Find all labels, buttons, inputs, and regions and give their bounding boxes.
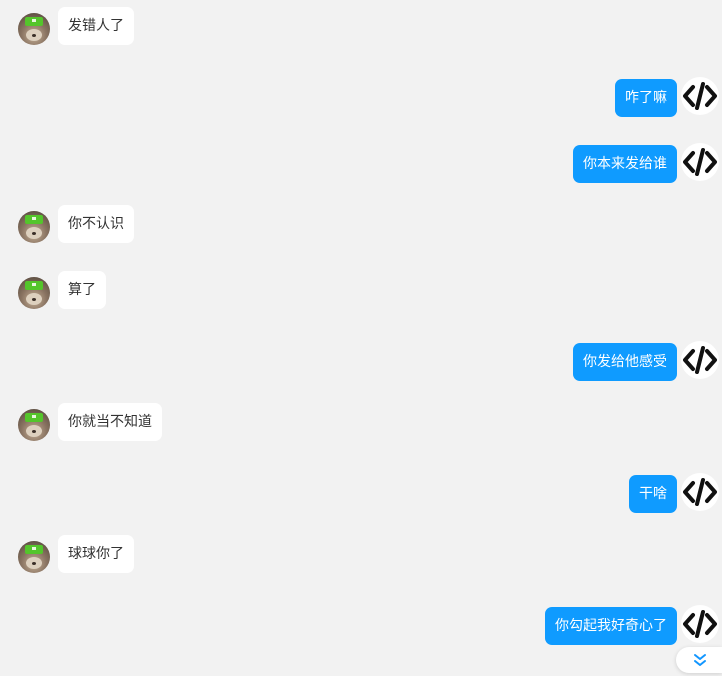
- code-brackets-icon[interactable]: [681, 341, 719, 379]
- contact-avatar[interactable]: [18, 541, 50, 573]
- avatar-face: [26, 293, 42, 305]
- avatar-face: [26, 425, 42, 437]
- avatar-leaf: [25, 215, 43, 224]
- message-row-incoming: 球球你了: [0, 535, 722, 581]
- incoming-message-bubble[interactable]: 发错人了: [58, 7, 134, 45]
- chat-window: 发错人了 咋了嘛 你本来发给谁 你不认识 算了 你发给他感受 你就当不知道 干啥…: [0, 0, 722, 676]
- message-row-incoming: 你不认识: [0, 205, 722, 251]
- avatar-leaf: [25, 413, 43, 422]
- outgoing-message-bubble[interactable]: 咋了嘛: [615, 79, 677, 117]
- code-brackets-icon[interactable]: [681, 143, 719, 181]
- message-row-outgoing: 你勾起我好奇心了: [0, 605, 722, 653]
- incoming-message-bubble[interactable]: 算了: [58, 271, 106, 309]
- message-row-outgoing: 干啥: [0, 473, 722, 521]
- incoming-message-bubble[interactable]: 你不认识: [58, 205, 134, 243]
- contact-avatar[interactable]: [18, 277, 50, 309]
- double-chevron-down-icon: [694, 654, 706, 666]
- message-row-outgoing: 咋了嘛: [0, 77, 722, 125]
- avatar-leaf: [25, 281, 43, 290]
- avatar-leaf: [25, 17, 43, 26]
- message-row-incoming: 发错人了: [0, 7, 722, 53]
- contact-avatar[interactable]: [18, 13, 50, 45]
- code-brackets-icon[interactable]: [681, 473, 719, 511]
- outgoing-message-bubble[interactable]: 你本来发给谁: [573, 145, 677, 183]
- contact-avatar[interactable]: [18, 409, 50, 441]
- scroll-to-bottom-button[interactable]: [676, 647, 722, 673]
- message-row-incoming: 算了: [0, 271, 722, 317]
- incoming-message-bubble[interactable]: 你就当不知道: [58, 403, 162, 441]
- avatar-leaf: [25, 545, 43, 554]
- contact-avatar[interactable]: [18, 211, 50, 243]
- outgoing-message-bubble[interactable]: 干啥: [629, 475, 677, 513]
- incoming-message-bubble[interactable]: 球球你了: [58, 535, 134, 573]
- code-brackets-icon[interactable]: [681, 77, 719, 115]
- avatar-face: [26, 557, 42, 569]
- outgoing-message-bubble[interactable]: 你发给他感受: [573, 343, 677, 381]
- message-row-outgoing: 你发给他感受: [0, 341, 722, 389]
- message-row-incoming: 你就当不知道: [0, 403, 722, 449]
- avatar-face: [26, 227, 42, 239]
- avatar-face: [26, 29, 42, 41]
- code-brackets-icon[interactable]: [681, 605, 719, 643]
- outgoing-message-bubble[interactable]: 你勾起我好奇心了: [545, 607, 677, 645]
- message-row-outgoing: 你本来发给谁: [0, 143, 722, 191]
